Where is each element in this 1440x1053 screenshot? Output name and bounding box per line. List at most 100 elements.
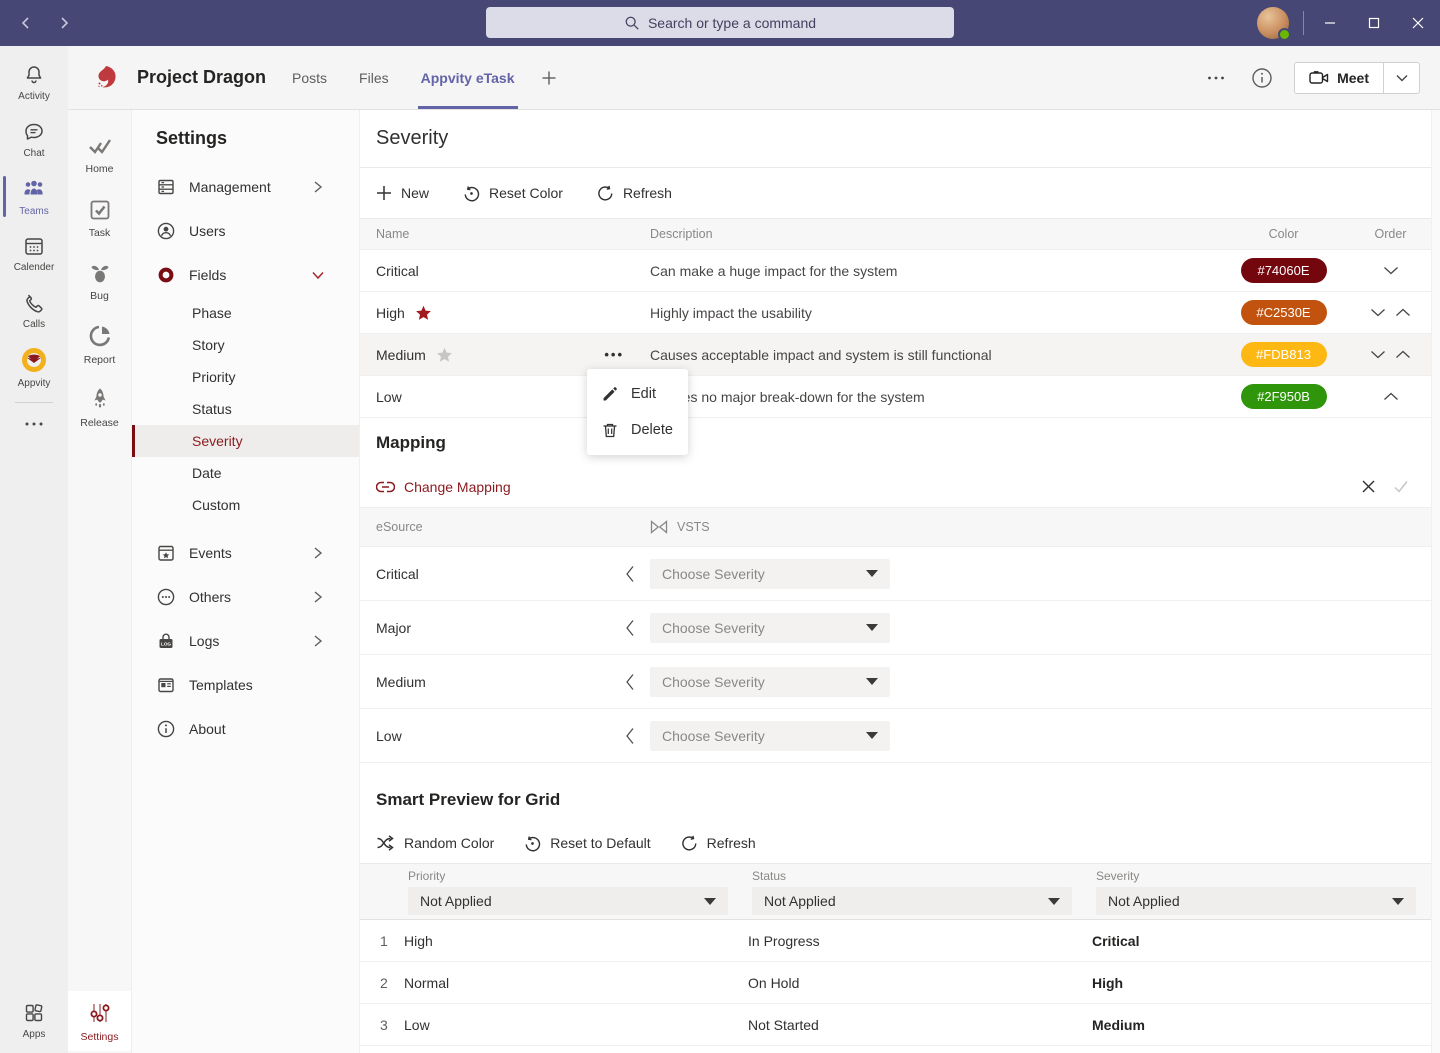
preview-row-3: 3 Low Not Started Medium	[360, 1004, 1440, 1046]
column-header-esource: eSource	[360, 520, 650, 534]
nav-item-templates[interactable]: Templates	[132, 663, 359, 707]
column-header-order: Order	[1341, 227, 1440, 241]
nav-item-events[interactable]: Events	[132, 531, 359, 575]
move-up-icon[interactable]	[1395, 350, 1411, 359]
nav-item-fields[interactable]: Fields	[132, 253, 359, 297]
choose-severity-dropdown[interactable]: Choose Severity	[650, 559, 890, 589]
tab-appvity-etask[interactable]: Appvity eTask	[418, 46, 518, 109]
rail-item-apps[interactable]: Apps	[0, 992, 68, 1049]
set-default-star-icon[interactable]	[436, 347, 453, 363]
chat-icon	[22, 120, 46, 144]
rail-more-button[interactable]	[0, 409, 68, 439]
nav-item-others[interactable]: Others	[132, 575, 359, 619]
module-bug[interactable]: Bug	[68, 250, 131, 313]
change-mapping-link[interactable]: Change Mapping	[376, 479, 511, 495]
nav-sub-date[interactable]: Date	[132, 457, 359, 489]
module-release[interactable]: Release	[68, 376, 131, 439]
nav-item-users[interactable]: Users	[132, 209, 359, 253]
reset-color-button[interactable]: Reset Color	[463, 185, 563, 202]
nav-sub-custom[interactable]: Custom	[132, 489, 359, 521]
module-report[interactable]: Report	[68, 313, 131, 376]
back-icon[interactable]	[14, 11, 38, 35]
dropdown-caret-icon	[866, 678, 878, 685]
confirm-check-icon[interactable]	[1393, 479, 1409, 494]
vertical-scrollbar[interactable]	[1431, 110, 1440, 1053]
dropdown-caret-icon	[1392, 898, 1404, 905]
default-star-icon[interactable]	[415, 305, 432, 321]
meet-dropdown-button[interactable]	[1383, 63, 1419, 93]
choose-severity-dropdown[interactable]: Choose Severity	[650, 613, 890, 643]
header-more-icon[interactable]	[1202, 64, 1230, 92]
nav-sub-phase[interactable]: Phase	[132, 297, 359, 329]
move-down-icon[interactable]	[1370, 308, 1386, 317]
table-row-low[interactable]: Low Causes no major break-down for the s…	[360, 376, 1440, 418]
nav-sub-severity[interactable]: Severity	[132, 425, 359, 457]
rail-item-teams[interactable]: Teams	[0, 168, 68, 225]
move-up-icon[interactable]	[1383, 392, 1399, 401]
refresh-button[interactable]: Refresh	[681, 835, 756, 852]
nav-item-about[interactable]: About	[132, 707, 359, 751]
delete-menu-item[interactable]: Delete	[587, 412, 688, 448]
choose-severity-dropdown[interactable]: Choose Severity	[650, 721, 890, 751]
move-up-icon[interactable]	[1395, 308, 1411, 317]
severity-filter-dropdown[interactable]: Not Applied	[1096, 887, 1416, 915]
table-row-medium[interactable]: Medium ••• Causes acceptable impact and …	[360, 334, 1440, 376]
move-down-icon[interactable]	[1383, 266, 1399, 275]
meet-button[interactable]: Meet	[1294, 62, 1420, 94]
table-row-high[interactable]: High Highly impact the usability #C2530E	[360, 292, 1440, 334]
forward-icon[interactable]	[52, 11, 76, 35]
nav-sub-status[interactable]: Status	[132, 393, 359, 425]
minimize-button[interactable]	[1308, 0, 1352, 46]
maximize-button[interactable]	[1352, 0, 1396, 46]
refresh-button[interactable]: Refresh	[597, 185, 672, 202]
color-badge[interactable]: #C2530E	[1241, 300, 1327, 325]
nav-sub-story[interactable]: Story	[132, 329, 359, 361]
chevron-right-icon	[308, 177, 328, 197]
color-badge[interactable]: #2F950B	[1241, 384, 1327, 409]
link-icon	[376, 480, 395, 494]
close-button[interactable]	[1396, 0, 1440, 46]
row-more-button[interactable]: •••	[604, 347, 624, 362]
move-down-icon[interactable]	[1370, 350, 1386, 359]
module-settings[interactable]: Settings	[68, 991, 131, 1051]
add-tab-icon[interactable]	[535, 64, 563, 92]
rail-item-chat[interactable]: Chat	[0, 111, 68, 168]
module-label: Task	[89, 227, 111, 239]
nav-item-logs[interactable]: LOG Logs	[132, 619, 359, 663]
status-filter-dropdown[interactable]: Not Applied	[752, 887, 1072, 915]
change-mapping-row: Change Mapping	[360, 466, 1440, 507]
edit-menu-item[interactable]: Edit	[587, 376, 688, 412]
nav-sub-priority[interactable]: Priority	[132, 361, 359, 393]
map-left-arrow-icon	[625, 727, 635, 745]
rail-item-appvity[interactable]: Appvity	[0, 339, 68, 396]
table-row-critical[interactable]: Critical Can make a huge impact for the …	[360, 250, 1440, 292]
rail-label: Activity	[18, 91, 50, 102]
dropdown-caret-icon	[866, 732, 878, 739]
others-icon	[156, 587, 176, 607]
report-pie-icon	[87, 323, 113, 349]
priority-filter-dropdown[interactable]: Not Applied	[408, 887, 728, 915]
color-badge[interactable]: #74060E	[1241, 258, 1327, 283]
new-button[interactable]: New	[376, 185, 429, 201]
module-task[interactable]: Task	[68, 187, 131, 250]
chevron-right-icon	[308, 587, 328, 607]
search-input[interactable]: Search or type a command	[486, 7, 954, 38]
rail-item-activity[interactable]: Activity	[0, 54, 68, 111]
tab-posts[interactable]: Posts	[289, 46, 330, 109]
info-icon[interactable]	[1248, 64, 1276, 92]
reset-to-default-button[interactable]: Reset to Default	[524, 835, 650, 852]
rail-item-calendar[interactable]: Calender	[0, 225, 68, 282]
color-badge[interactable]: #FDB813	[1241, 342, 1327, 367]
avatar[interactable]	[1257, 7, 1289, 39]
rail-item-calls[interactable]: Calls	[0, 282, 68, 339]
choose-severity-dropdown[interactable]: Choose Severity	[650, 667, 890, 697]
module-home[interactable]: Home	[68, 124, 131, 187]
settings-main-panel: Severity New Reset Color	[360, 110, 1440, 1053]
column-header-color: Color	[1226, 227, 1341, 241]
cancel-x-icon[interactable]	[1361, 479, 1376, 494]
vsts-bowtie-icon	[650, 520, 668, 534]
nav-item-management[interactable]: Management	[132, 165, 359, 209]
dropdown-caret-icon	[866, 624, 878, 631]
random-color-button[interactable]: Random Color	[376, 835, 494, 851]
tab-files[interactable]: Files	[356, 46, 392, 109]
